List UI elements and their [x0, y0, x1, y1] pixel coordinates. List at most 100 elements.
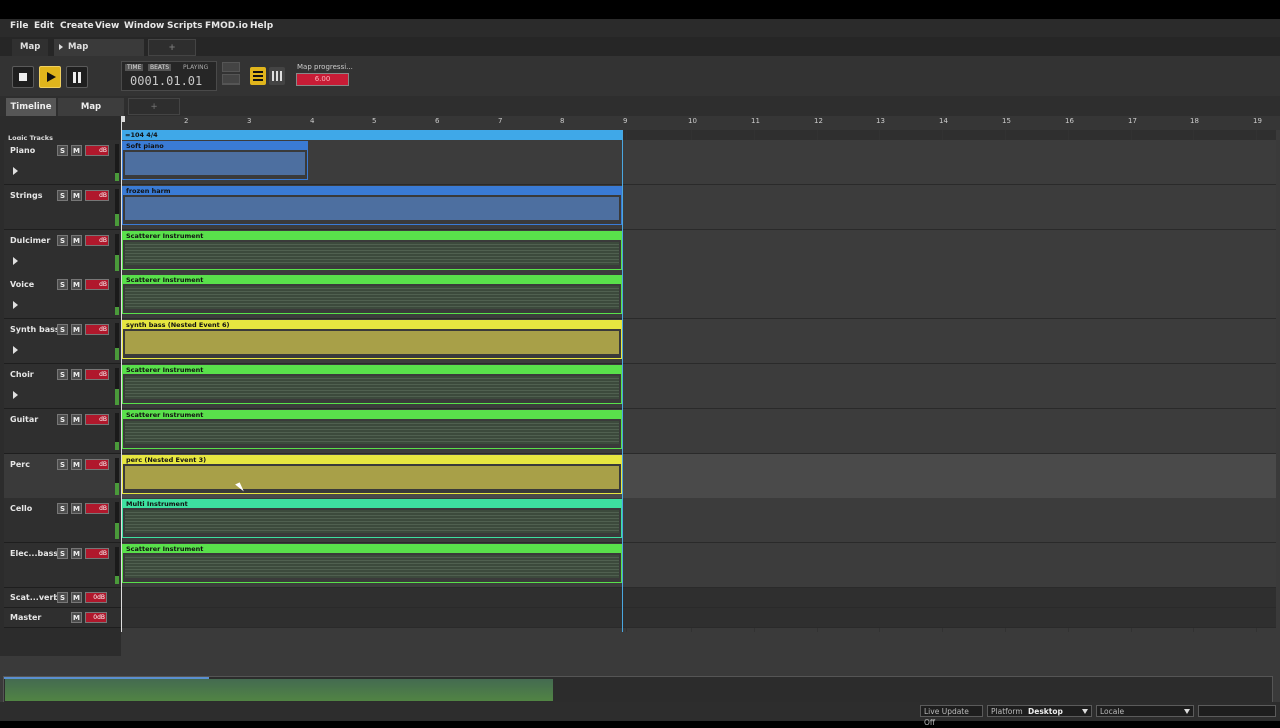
mute-button[interactable]: M [71, 145, 82, 156]
track-name: Scat...verb [10, 593, 60, 602]
track-header[interactable]: Choir S M dB [4, 364, 121, 409]
instrument-region[interactable]: Scatterer Instrument [122, 410, 622, 449]
timeline-ruler[interactable]: 2 3 4 5 6 7 8 9 10 11 12 13 14 15 16 17 18 19 [121, 116, 1280, 130]
solo-button[interactable]: S [57, 414, 68, 425]
return-track-lane [121, 608, 1276, 628]
platform-select[interactable]: Platform Desktop [987, 705, 1092, 717]
instrument-region[interactable]: Scatterer Instrument [122, 544, 622, 583]
doc-tab-map-components[interactable]: Map components [54, 39, 144, 69]
mute-button[interactable]: M [71, 190, 82, 201]
track-header[interactable]: Perc S M dB [4, 454, 121, 499]
expand-arrow-icon[interactable] [13, 257, 18, 265]
volume-knob[interactable]: dB [85, 503, 109, 514]
editor-tabs: Timeline Map progression + [0, 96, 1280, 130]
track-name: Dulcimer [10, 236, 51, 245]
track-header[interactable]: Dulcimer S M dB [4, 230, 121, 275]
live-update-button[interactable]: Live Update Off [920, 705, 983, 727]
solo-button[interactable]: S [57, 279, 68, 290]
mute-button[interactable]: M [71, 235, 82, 246]
volume-knob[interactable]: dB [85, 235, 109, 246]
track-header[interactable]: Strings S M dB [4, 185, 121, 230]
volume-knob[interactable]: dB [85, 459, 109, 470]
follow-toggle[interactable] [222, 74, 240, 84]
tab-map-progression[interactable]: Map progression [58, 98, 124, 130]
track-header[interactable]: Cello S M dB [4, 498, 121, 543]
instrument-region[interactable]: perc (Nested Event 3) [122, 455, 622, 494]
mixer-view-button[interactable] [269, 67, 285, 85]
volume-knob[interactable]: dB [85, 324, 109, 335]
track-header[interactable]: Piano S M dB [4, 140, 121, 185]
volume-knob[interactable]: dB [85, 279, 109, 290]
add-editor-tab-button[interactable]: + [128, 98, 180, 115]
menu-fmodio[interactable]: FMOD.io [205, 21, 248, 31]
solo-button[interactable]: S [57, 592, 68, 603]
mute-button[interactable]: M [71, 503, 82, 514]
region-title: Soft piano [123, 142, 307, 150]
instrument-region[interactable]: Scatterer Instrument [122, 231, 622, 270]
instrument-region[interactable]: frozen harm [122, 186, 622, 225]
solo-button[interactable]: S [57, 324, 68, 335]
instrument-region[interactable]: Multi Instrument [122, 499, 622, 538]
instrument-region[interactable]: Soft piano [122, 141, 308, 180]
solo-button[interactable]: S [57, 503, 68, 514]
expand-arrow-icon[interactable] [13, 167, 18, 175]
add-doc-tab-button[interactable]: + [148, 39, 196, 56]
instrument-region[interactable]: synth bass (Nested Event 6) [122, 320, 622, 359]
solo-button[interactable]: S [57, 145, 68, 156]
mute-button[interactable]: M [71, 279, 82, 290]
volume-knob[interactable]: dB [85, 145, 109, 156]
instrument-region[interactable]: Scatterer Instrument [122, 365, 622, 404]
solo-button[interactable]: S [57, 369, 68, 380]
expand-arrow-icon[interactable] [13, 301, 18, 309]
volume-knob[interactable]: 0dB [85, 612, 107, 623]
mute-button[interactable]: M [71, 592, 82, 603]
solo-button[interactable]: S [57, 235, 68, 246]
locale-select[interactable]: Locale [1096, 705, 1194, 717]
volume-knob[interactable]: dB [85, 548, 109, 559]
menu-file[interactable]: File [10, 21, 28, 31]
instrument-region[interactable]: Scatterer Instrument [122, 275, 622, 314]
solo-button[interactable]: S [57, 548, 68, 559]
menu-help[interactable]: Help [250, 21, 273, 31]
mute-button[interactable]: M [71, 548, 82, 559]
volume-knob[interactable]: dB [85, 190, 109, 201]
menu-view[interactable]: View [95, 21, 119, 31]
level-meter [115, 458, 119, 495]
pause-button[interactable] [66, 66, 88, 88]
tab-timeline[interactable]: Timeline [6, 98, 56, 116]
ruler-tick: 11 [751, 117, 760, 125]
time-tab[interactable]: TIME [125, 64, 144, 71]
menu-edit[interactable]: Edit [34, 21, 54, 31]
track-header[interactable]: Guitar S M dB [4, 409, 121, 454]
return-track-header[interactable]: Master M 0dB [4, 608, 121, 628]
expand-arrow-icon[interactable] [13, 346, 18, 354]
track-header[interactable]: Voice S M dB [4, 274, 121, 319]
loop-toggle[interactable] [222, 62, 240, 72]
menu-create[interactable]: Create [60, 21, 94, 31]
solo-button[interactable]: S [57, 459, 68, 470]
mute-button[interactable]: M [71, 459, 82, 470]
overview-view-range[interactable] [4, 677, 209, 679]
menu-window[interactable]: Window [124, 21, 164, 31]
overview-strip[interactable] [3, 676, 1273, 703]
track-header[interactable]: Synth bass S M dB [4, 319, 121, 364]
region-title: perc (Nested Event 3) [123, 456, 621, 464]
volume-knob[interactable]: dB [85, 369, 109, 380]
mute-button[interactable]: M [71, 324, 82, 335]
mute-button[interactable]: M [71, 414, 82, 425]
beats-tab[interactable]: BEATS [148, 64, 172, 71]
track-header[interactable]: Elec...bass S M dB [4, 543, 121, 588]
mute-button[interactable]: M [71, 612, 82, 623]
mute-button[interactable]: M [71, 369, 82, 380]
play-button[interactable] [39, 66, 61, 88]
doc-tab-map[interactable]: Map [12, 39, 49, 56]
volume-knob[interactable]: 0dB [85, 592, 107, 603]
list-view-button[interactable] [250, 67, 266, 85]
stop-button[interactable] [12, 66, 34, 88]
solo-button[interactable]: S [57, 190, 68, 201]
volume-knob[interactable]: dB [85, 414, 109, 425]
parameter-slider[interactable]: 6.00 [296, 73, 349, 86]
expand-arrow-icon[interactable] [13, 391, 18, 399]
return-track-header[interactable]: Scat...verb S M 0dB [4, 588, 121, 608]
menu-scripts[interactable]: Scripts [167, 21, 202, 31]
